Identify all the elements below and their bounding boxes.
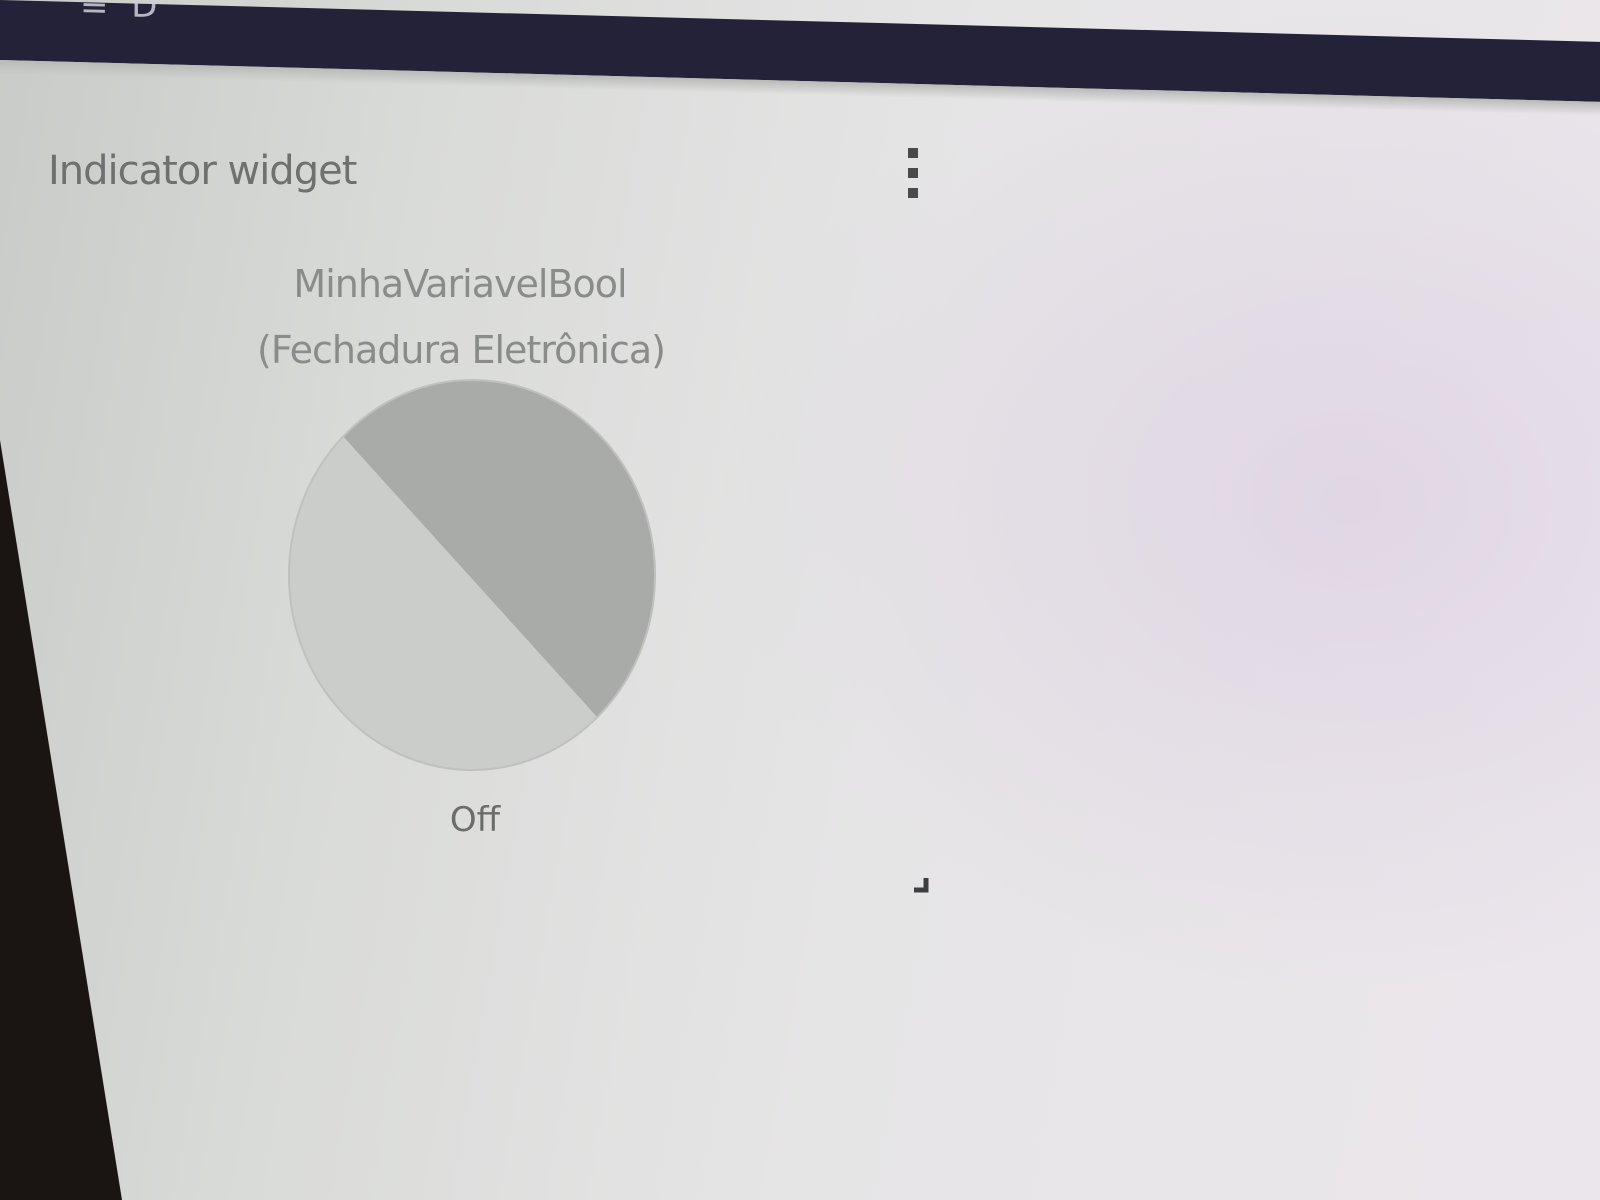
indicator-state-label: Off xyxy=(449,800,501,840)
dashboard-screen: ≡ D Indicator widget MinhaVariavelBool (… xyxy=(0,0,1600,1200)
top-bar-partial-text: ≡ D xyxy=(80,0,164,27)
device-name: (Fechadura Eletrônica) xyxy=(257,328,666,372)
variable-name: MinhaVariavelBool xyxy=(293,262,627,306)
resize-handle-icon[interactable] xyxy=(912,876,930,894)
more-vertical-icon xyxy=(908,148,918,158)
indicator-lamp-icon xyxy=(288,379,656,771)
widget-title: Indicator widget xyxy=(48,148,357,194)
more-vertical-icon-dot xyxy=(908,188,918,198)
monitor-photo: ≡ D Indicator widget MinhaVariavelBool (… xyxy=(0,0,1600,1200)
more-vertical-icon-dot xyxy=(908,168,918,178)
widget-menu-button[interactable] xyxy=(900,148,928,202)
